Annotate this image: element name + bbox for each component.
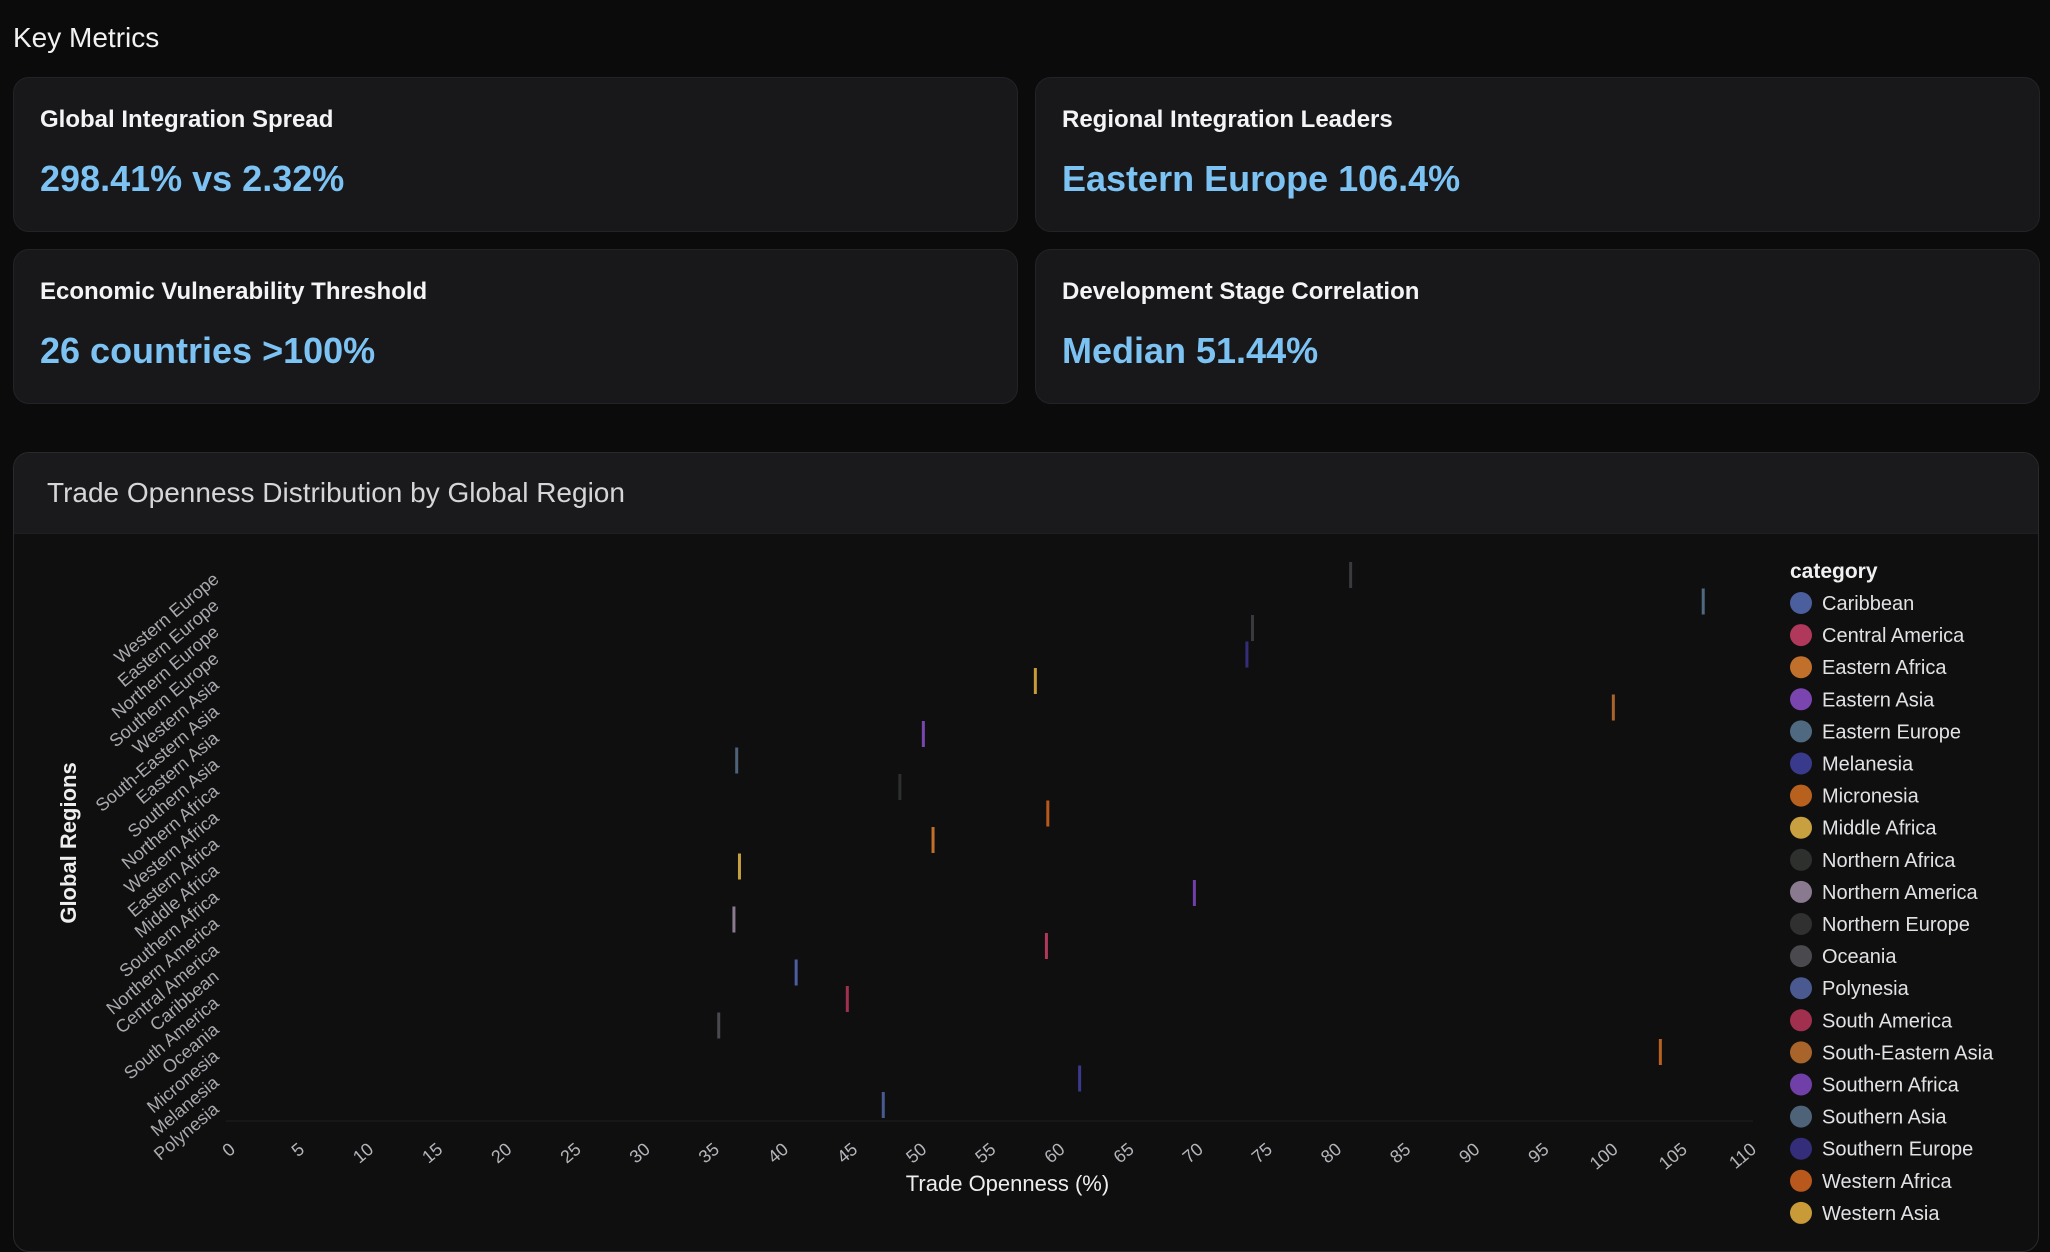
legend-label: Polynesia (1822, 978, 1910, 1000)
legend-swatch (1790, 784, 1812, 807)
legend-label: Oceania (1822, 946, 1897, 968)
metric-card-integration-spread: Global Integration Spread 298.41% vs 2.3… (13, 77, 1018, 232)
legend-label: Eastern Africa (1822, 657, 1947, 679)
legend-swatch (1790, 688, 1812, 711)
x-tick-label: 65 (1110, 1139, 1138, 1167)
legend-swatch (1790, 656, 1812, 679)
chart-header: Trade Openness Distribution by Global Re… (14, 453, 2038, 534)
legend-label: Northern Europe (1822, 914, 1970, 936)
legend-label: Eastern Asia (1822, 689, 1935, 711)
legend-swatch (1790, 945, 1812, 968)
x-tick-label: 10 (349, 1139, 377, 1167)
x-tick-label: 20 (487, 1139, 515, 1167)
legend-label: Melanesia (1822, 754, 1914, 776)
legend-label: Southern Africa (1822, 1075, 1960, 1097)
x-tick-label: 105 (1655, 1139, 1691, 1174)
x-tick-label: 40 (764, 1139, 792, 1167)
legend-swatch (1790, 1169, 1812, 1192)
metric-label: Economic Vulnerability Threshold (40, 278, 428, 305)
legend-swatch (1790, 848, 1812, 871)
x-tick-label: 70 (1179, 1139, 1207, 1167)
x-tick-label: 90 (1455, 1139, 1483, 1167)
legend-swatch (1790, 816, 1812, 839)
metric-label: Regional Integration Leaders (1062, 106, 1393, 133)
legend-swatch (1790, 624, 1812, 647)
x-tick-label: 60 (1040, 1139, 1068, 1167)
x-tick-label: 80 (1317, 1139, 1345, 1167)
x-tick-label: 0 (218, 1139, 239, 1161)
legend-label: Central America (1822, 625, 1965, 647)
legend-swatch (1790, 1201, 1812, 1224)
x-tick-label: 30 (626, 1139, 654, 1167)
metric-value: 298.41% vs 2.32% (40, 158, 345, 199)
legend-label: Middle Africa (1822, 818, 1937, 840)
x-tick-label: 55 (971, 1139, 999, 1167)
x-tick-label: 35 (695, 1139, 723, 1167)
legend-label: Western Asia (1822, 1203, 1940, 1225)
legend-swatch (1790, 880, 1812, 903)
x-tick-label: 25 (556, 1139, 584, 1167)
legend-swatch (1790, 1105, 1812, 1128)
trade-openness-chart[interactable]: 0 5 10 15 20 25 30 35 40 45 50 55 60 65 70 75 80 85 90 95 10… (14, 533, 2039, 1252)
x-tick-label: 100 (1586, 1139, 1622, 1174)
legend-label: Southern Europe (1822, 1139, 1973, 1161)
section-title: Key Metrics (13, 22, 160, 53)
metric-label: Global Integration Spread (40, 106, 334, 133)
legend-label: Western Africa (1822, 1171, 1953, 1193)
legend-label: Southern Asia (1822, 1107, 1947, 1129)
legend-swatch (1790, 1137, 1812, 1160)
metric-value: 26 countries >100% (40, 330, 376, 371)
legend-label: Caribbean (1822, 593, 1914, 615)
legend-swatch (1790, 1009, 1812, 1032)
x-tick-label: 85 (1386, 1139, 1414, 1167)
legend-label: Northern Africa (1822, 850, 1956, 872)
legend-label: Micronesia (1822, 786, 1920, 808)
metric-card-integration-leaders: Regional Integration Leaders Eastern Eur… (1035, 77, 2040, 232)
legend-label: Eastern Europe (1822, 721, 1961, 743)
y-axis-title: Global Regions (56, 762, 81, 923)
metric-value: Median 51.44% (1062, 330, 1319, 371)
chart-title: Trade Openness Distribution by Global Re… (47, 477, 625, 508)
legend-swatch (1790, 1041, 1812, 1064)
legend-swatch (1790, 977, 1812, 1000)
x-tick-label: 45 (833, 1139, 861, 1167)
legend-swatch (1790, 1073, 1812, 1096)
legend-title: category (1790, 560, 1878, 583)
metric-card-development-correlation: Development Stage Correlation Median 51.… (1035, 249, 2040, 404)
chart-card: Trade Openness Distribution by Global Re… (13, 452, 2039, 1252)
legend-swatch (1790, 720, 1812, 743)
x-tick-label: 5 (288, 1139, 309, 1161)
metric-value: Eastern Europe 106.4% (1062, 158, 1461, 199)
metric-card-vulnerability-threshold: Economic Vulnerability Threshold 26 coun… (13, 249, 1018, 404)
legend-label: Northern America (1822, 882, 1978, 904)
x-tick-label: 50 (902, 1139, 930, 1167)
legend-swatch (1790, 592, 1812, 614)
x-tick-label: 95 (1524, 1139, 1552, 1167)
x-tick-label: 75 (1248, 1139, 1276, 1167)
x-tick-label: 110 (1725, 1139, 1760, 1173)
metric-label: Development Stage Correlation (1062, 278, 1420, 305)
legend-swatch (1790, 913, 1812, 935)
legend-swatch (1790, 752, 1812, 775)
legend-label: South-Eastern Asia (1822, 1042, 1994, 1064)
x-axis-title: Trade Openness (%) (906, 1171, 1109, 1196)
x-tick-label: 15 (418, 1139, 446, 1167)
legend-label: South America (1822, 1010, 1953, 1032)
